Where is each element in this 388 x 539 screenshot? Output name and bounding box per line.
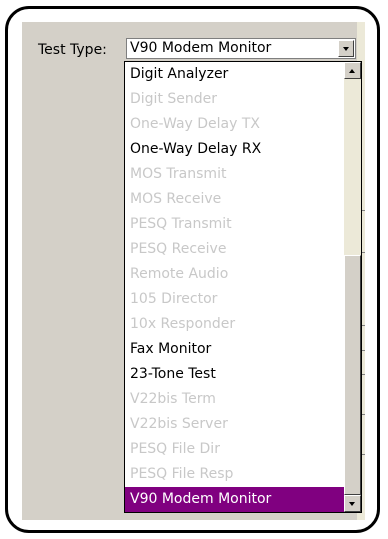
dropdown-option[interactable]: PESQ Receive [125,237,344,262]
scroll-down-button[interactable] [344,495,361,512]
test-type-label: Test Type: [38,42,107,58]
dropdown-option[interactable]: One-Way Delay RX [125,137,344,162]
arrow-down-icon [349,502,355,506]
dropdown-option[interactable]: PESQ Transmit [125,212,344,237]
dropdown-option[interactable]: Fax Monitor [125,337,344,362]
dropdown-option[interactable]: 10x Responder [125,312,344,337]
dropdown-option[interactable]: V22bis Server [125,412,344,437]
dropdown-option[interactable]: PESQ File Resp [125,462,344,487]
dropdown-option[interactable]: V22bis Term [125,387,344,412]
chevron-down-icon [343,47,349,51]
dropdown-option[interactable]: 105 Director [125,287,344,312]
dropdown-option[interactable]: Remote Audio [125,262,344,287]
dropdown-option[interactable]: PESQ File Dir [125,437,344,462]
test-type-dropdown-list[interactable]: Digit Analyzer Digit Sender One-Way Delay … [124,61,362,513]
scrollbar-thumb[interactable] [344,255,361,495]
dropdown-option[interactable]: MOS Receive [125,187,344,212]
test-type-value: V90 Modem Monitor [130,40,272,56]
dropdown-option[interactable]: MOS Transmit [125,162,344,187]
dropdown-option[interactable]: One-Way Delay TX [125,112,344,137]
dropdown-button[interactable] [338,40,354,57]
dropdown-option[interactable]: Digit Sender [125,87,344,112]
arrow-up-icon [349,69,355,73]
dropdown-options: Digit Analyzer Digit Sender One-Way Delay … [125,62,344,512]
test-type-select[interactable]: V90 Modem Monitor [126,38,356,59]
dropdown-option[interactable]: Digit Analyzer [125,62,344,87]
scroll-up-button[interactable] [344,62,361,79]
dropdown-option[interactable]: 23-Tone Test [125,362,344,387]
scrollbar[interactable] [344,62,361,512]
dropdown-option[interactable]: V90 Modem Monitor [125,487,344,512]
